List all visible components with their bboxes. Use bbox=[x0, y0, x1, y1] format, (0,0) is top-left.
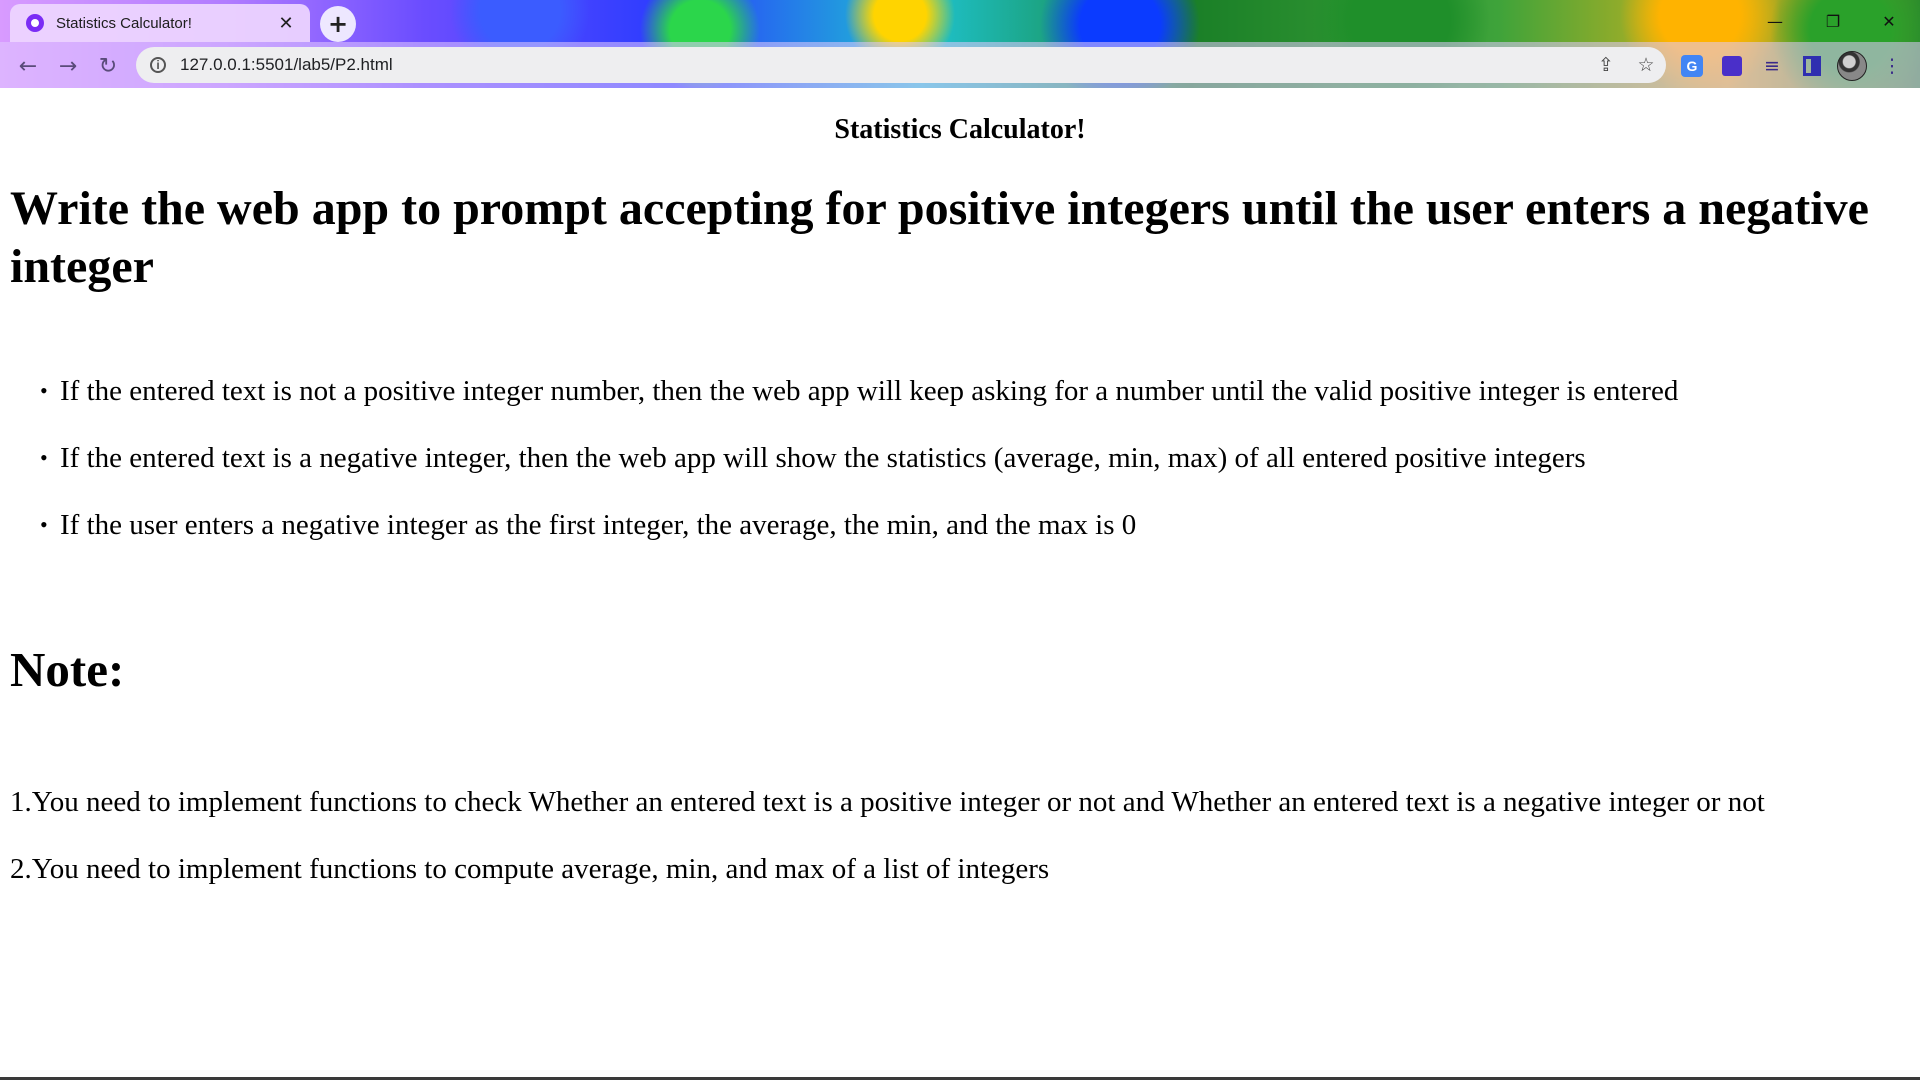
list-item: If the user enters a negative integer as… bbox=[40, 508, 1920, 542]
note-line: 1.You need to implement functions to che… bbox=[10, 786, 1765, 818]
close-window-button[interactable]: ✕ bbox=[1866, 6, 1912, 36]
page-title: Statistics Calculator! bbox=[834, 114, 1086, 145]
new-tab-button[interactable]: + bbox=[320, 6, 356, 42]
extensions-icon[interactable] bbox=[1716, 50, 1748, 82]
translate-icon[interactable]: G bbox=[1676, 50, 1708, 82]
note-heading: Note: bbox=[10, 642, 125, 697]
info-icon[interactable]: i bbox=[150, 57, 166, 73]
tab-close-icon[interactable]: ✕ bbox=[274, 11, 298, 35]
back-arrow-icon[interactable]: ← bbox=[12, 50, 44, 82]
rules-list: If the entered text is not a positive in… bbox=[0, 374, 1920, 575]
menu-icon[interactable]: ⋮ bbox=[1876, 50, 1908, 82]
page-content: Statistics Calculator! Write the web app… bbox=[0, 88, 1920, 1078]
list-item: If the entered text is a negative intege… bbox=[40, 441, 1920, 475]
list-item: If the entered text is not a positive in… bbox=[40, 374, 1920, 408]
url-text[interactable]: 127.0.0.1:5501/lab5/P2.html bbox=[180, 55, 1586, 75]
favicon-icon bbox=[26, 14, 44, 32]
main-heading: Write the web app to prompt accepting fo… bbox=[10, 182, 1869, 293]
share-icon[interactable]: ⇪ bbox=[1586, 47, 1626, 83]
translate-glyph: G bbox=[1681, 55, 1703, 77]
maximize-button[interactable]: ❐ bbox=[1810, 6, 1856, 36]
forward-arrow-icon[interactable]: → bbox=[52, 50, 84, 82]
profile-avatar[interactable] bbox=[1836, 50, 1868, 82]
minimize-button[interactable]: — bbox=[1752, 6, 1798, 36]
side-panel-glyph bbox=[1803, 56, 1821, 76]
avatar-image bbox=[1837, 51, 1867, 81]
tab-strip: Statistics Calculator! ✕ + — ❐ ✕ bbox=[0, 0, 1920, 42]
reload-icon[interactable]: ↻ bbox=[92, 50, 124, 82]
tab-statistics-calculator[interactable]: Statistics Calculator! ✕ bbox=[10, 4, 310, 42]
reading-list-icon[interactable]: ≡ bbox=[1756, 50, 1788, 82]
puzzle-glyph bbox=[1722, 56, 1742, 76]
star-icon[interactable]: ☆ bbox=[1626, 47, 1666, 83]
address-bar[interactable]: i 127.0.0.1:5501/lab5/P2.html ⇪ ☆ bbox=[136, 47, 1666, 83]
note-line: 2.You need to implement functions to com… bbox=[10, 853, 1050, 885]
side-panel-icon[interactable] bbox=[1796, 50, 1828, 82]
browser-toolbar: ← → ↻ i 127.0.0.1:5501/lab5/P2.html ⇪ ☆ … bbox=[0, 42, 1920, 88]
tab-title: Statistics Calculator! bbox=[56, 14, 192, 32]
browser-chrome: Statistics Calculator! ✕ + — ❐ ✕ ← → ↻ i… bbox=[0, 0, 1920, 88]
